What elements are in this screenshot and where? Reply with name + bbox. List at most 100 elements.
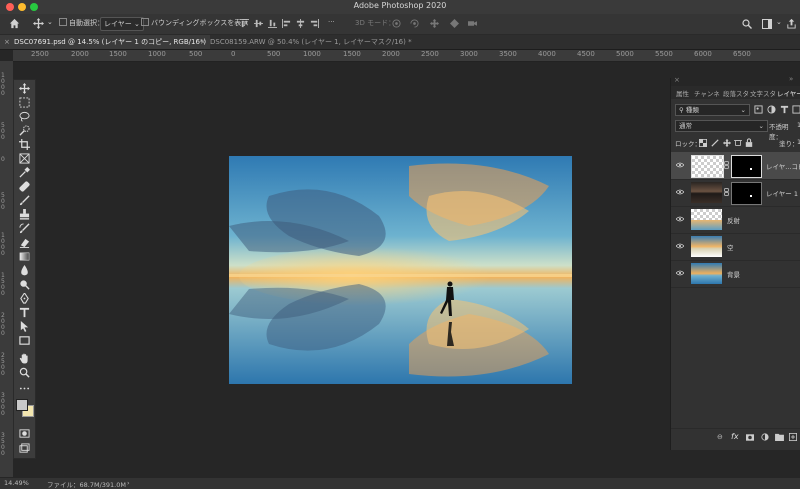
screen-mode-icon	[19, 443, 30, 453]
collapse-icon[interactable]: »	[789, 75, 793, 83]
tab-layers[interactable]: レイヤー	[777, 88, 800, 98]
eye-icon[interactable]	[676, 189, 684, 195]
healing-brush-tool[interactable]	[16, 180, 33, 193]
close-icon[interactable]: ×	[4, 35, 10, 49]
3d-pan-icon[interactable]	[430, 19, 439, 28]
fx-icon[interactable]: fx	[731, 432, 739, 441]
gradient-tool[interactable]	[16, 250, 33, 263]
chevron-down-icon[interactable]: ⌄	[776, 18, 782, 26]
filter-pixel-icon[interactable]	[754, 105, 763, 114]
crop-tool[interactable]	[16, 138, 33, 151]
zoom-level[interactable]: 14.49%	[4, 479, 29, 487]
close-icon[interactable]: ×	[200, 35, 206, 49]
tab-channels[interactable]: チャンネ	[694, 88, 720, 98]
type-tool[interactable]	[16, 306, 33, 319]
align-horizontal-center-icon[interactable]	[296, 19, 305, 28]
dodge-tool[interactable]	[16, 278, 33, 291]
pen-icon	[20, 293, 29, 304]
eye-icon[interactable]	[676, 270, 684, 276]
align-bottom-icon[interactable]	[268, 19, 277, 28]
lock-all-icon[interactable]	[745, 138, 753, 147]
bounding-box-checkbox[interactable]: バウンディングボックスを表示	[141, 18, 248, 28]
filter-type-icon[interactable]	[780, 105, 789, 114]
lock-pixels-icon[interactable]	[711, 139, 719, 147]
tab-document-1[interactable]: × DSC07691.psd @ 14.5% (レイヤー 1 のコピー, RGB…	[0, 35, 210, 49]
lock-transparent-icon[interactable]	[699, 139, 707, 147]
link-icon[interactable]	[724, 188, 729, 196]
filter-adjustment-icon[interactable]	[767, 105, 776, 114]
lock-artboard-icon[interactable]	[734, 139, 742, 147]
layer-row[interactable]: レイヤー 1	[671, 179, 800, 207]
3d-slide-icon[interactable]	[450, 19, 459, 28]
eye-icon[interactable]	[676, 216, 684, 222]
new-layer-icon[interactable]	[789, 433, 797, 441]
path-selection-tool[interactable]	[16, 320, 33, 333]
kind-filter-dropdown[interactable]: ⚲ 種類 ⌄	[675, 104, 750, 116]
align-vertical-center-icon[interactable]	[254, 19, 263, 28]
align-left-icon[interactable]	[282, 19, 291, 28]
3d-orbit-icon[interactable]	[392, 19, 401, 28]
chevron-right-icon[interactable]: ›	[127, 479, 130, 487]
blend-mode-dropdown[interactable]: 通常 ⌄	[675, 120, 768, 132]
quick-selection-tool[interactable]	[16, 124, 33, 137]
lasso-tool[interactable]	[16, 110, 33, 123]
filter-row: ⚲ 種類 ⌄	[671, 104, 800, 116]
tab-document-2[interactable]: × DSC08159.ARW @ 50.4% (レイヤー 1, レイヤーマスク/…	[196, 35, 440, 49]
move-tool-icon[interactable]	[33, 18, 44, 29]
blur-tool[interactable]	[16, 264, 33, 277]
eraser-tool[interactable]	[16, 236, 33, 249]
hand-tool[interactable]	[16, 352, 33, 365]
horizontal-ruler[interactable]: 2500 2000 1500 1000 500 0 500 1000 1500 …	[13, 50, 800, 62]
home-icon[interactable]	[9, 18, 20, 29]
app-title: Adobe Photoshop 2020	[353, 1, 447, 10]
link-icon[interactable]	[724, 161, 729, 169]
3d-camera-icon[interactable]	[468, 19, 477, 28]
lock-position-icon[interactable]	[723, 139, 731, 147]
canvas-image[interactable]	[229, 156, 572, 384]
eyedropper-tool[interactable]	[16, 166, 33, 179]
tab-label: DSC08159.ARW @ 50.4% (レイヤー 1, レイヤーマスク/16…	[210, 38, 412, 46]
auto-select-dropdown[interactable]: レイヤー ⌄	[100, 17, 144, 31]
add-mask-icon[interactable]	[746, 434, 754, 441]
3d-roll-icon[interactable]	[410, 19, 419, 28]
layer-row[interactable]: レイヤ...コピー	[671, 152, 800, 180]
workspace-icon[interactable]	[762, 19, 772, 29]
search-icon[interactable]	[742, 19, 752, 29]
clone-stamp-tool[interactable]	[16, 208, 33, 221]
vertical-ruler[interactable]: 1000 500 0 500 1000 1500 2000 2500 3000 …	[0, 61, 13, 477]
edit-toolbar-button[interactable]	[16, 382, 33, 395]
history-brush-tool[interactable]	[16, 222, 33, 235]
chevron-down-icon[interactable]: ⌄	[47, 18, 53, 26]
rectangle-tool[interactable]	[16, 334, 33, 347]
eye-icon[interactable]	[676, 243, 684, 249]
frame-tool[interactable]	[16, 152, 33, 165]
tab-paragraph-styles[interactable]: 段落スタ	[723, 88, 749, 98]
quick-mask-button[interactable]	[16, 427, 33, 440]
layer-mask-thumbnail[interactable]	[731, 182, 762, 205]
folder-icon[interactable]	[775, 433, 784, 441]
filter-shape-icon[interactable]	[792, 105, 800, 114]
layer-mask-thumbnail[interactable]	[731, 155, 762, 178]
tab-character-styles[interactable]: 文字スタ	[750, 88, 776, 98]
pen-tool[interactable]	[16, 292, 33, 305]
align-top-icon[interactable]	[240, 19, 249, 28]
align-right-icon[interactable]	[310, 19, 319, 28]
layer-row[interactable]: 背景	[671, 260, 800, 288]
layer-row[interactable]: 反射	[671, 206, 800, 234]
link-layers-icon[interactable]: ⊖	[717, 433, 723, 441]
tab-properties[interactable]: 属性	[676, 88, 689, 98]
marquee-tool[interactable]	[16, 96, 33, 109]
move-tool[interactable]	[16, 82, 33, 95]
layer-row[interactable]: 空	[671, 233, 800, 261]
eye-icon[interactable]	[676, 162, 684, 168]
share-icon[interactable]	[786, 18, 797, 29]
zoom-tool[interactable]	[16, 366, 33, 379]
adjustment-layer-icon[interactable]	[761, 433, 769, 441]
close-icon[interactable]: ×	[674, 76, 680, 84]
screen-mode-button[interactable]	[16, 442, 33, 455]
more-options-icon[interactable]: ···	[328, 18, 335, 26]
auto-select-checkbox[interactable]: 自動選択：	[59, 18, 104, 28]
brush-tool[interactable]	[16, 194, 33, 207]
color-swatches[interactable]	[15, 396, 34, 418]
foreground-color-swatch[interactable]	[16, 399, 28, 411]
